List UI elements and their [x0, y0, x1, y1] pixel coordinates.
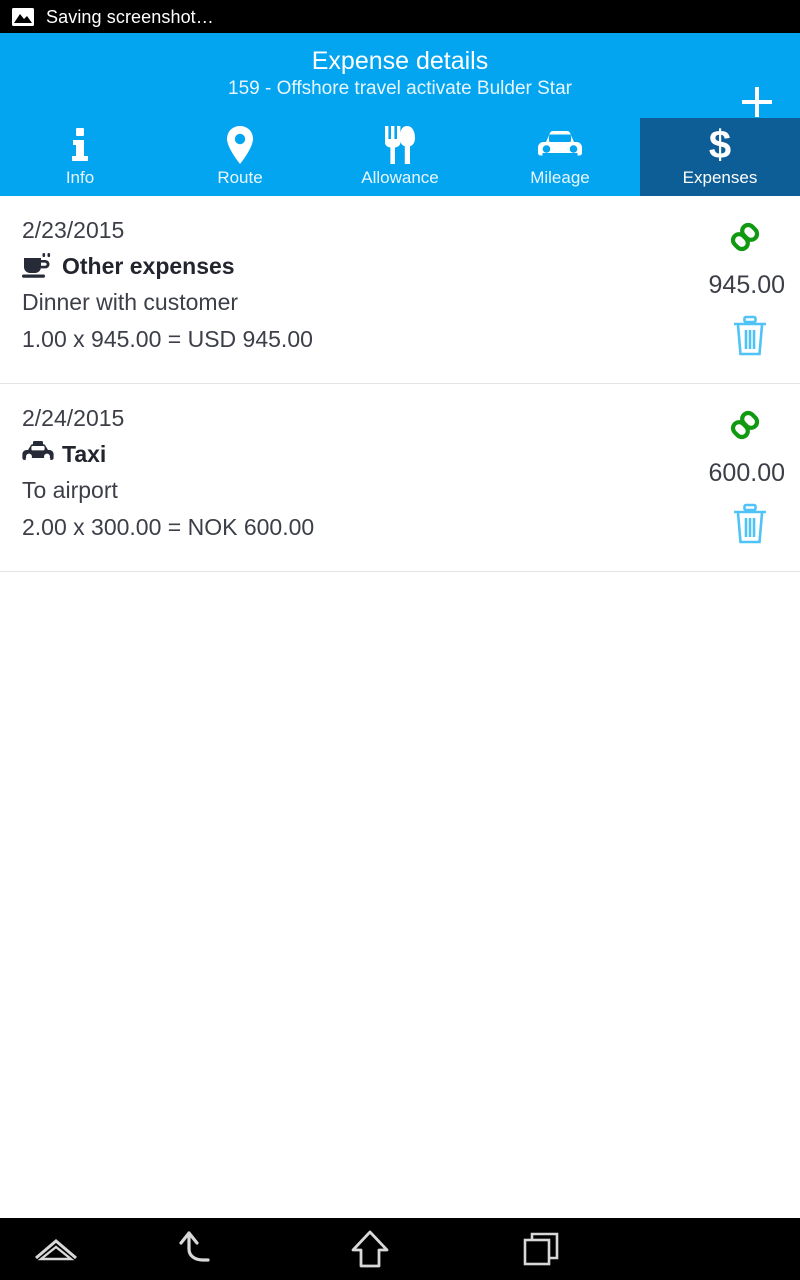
chain-link-icon[interactable] — [728, 220, 762, 254]
tab-label-info: Info — [65, 168, 95, 187]
app-screen: Saving screenshot… Expense details 159 -… — [0, 0, 800, 1280]
menu-up-icon[interactable] — [0, 1218, 112, 1280]
expense-details: 2/24/2015 Taxi To airport 2.00 x 300.00 … — [0, 400, 625, 557]
trash-icon[interactable] — [730, 314, 770, 358]
tab-route[interactable]: Route — [160, 118, 320, 196]
expense-description: To airport — [22, 477, 118, 503]
expense-amount: 945.00 — [708, 271, 785, 299]
home-icon[interactable] — [284, 1218, 456, 1280]
tab-label-expenses: Expenses — [682, 168, 758, 187]
tab-info[interactable]: Info — [0, 118, 160, 196]
expense-row[interactable]: 2/23/2015 Other expenses Dinner with cus… — [0, 196, 800, 384]
status-bar-text: Saving screenshot… — [46, 6, 214, 27]
expense-calculation: 1.00 x 945.00 = USD 945.00 — [22, 326, 313, 352]
system-nav-bar — [0, 1218, 800, 1280]
trash-icon[interactable] — [730, 502, 770, 546]
tab-label-allowance: Allowance — [361, 168, 439, 187]
expense-type: Taxi — [62, 441, 107, 467]
tab-label-mileage: Mileage — [530, 168, 590, 187]
expense-row[interactable]: 2/24/2015 Taxi To airport 2.00 x 300.00 … — [0, 384, 800, 572]
tab-mileage[interactable]: Mileage — [480, 118, 640, 196]
expense-type-row: Other expenses — [22, 249, 625, 283]
fork-knife-icon — [383, 124, 417, 166]
expense-list: 2/23/2015 Other expenses Dinner with cus… — [0, 196, 800, 1186]
tab-expenses[interactable]: $ Expenses — [640, 118, 800, 196]
expense-date: 2/24/2015 — [22, 405, 125, 431]
tab-allowance[interactable]: Allowance — [320, 118, 480, 196]
recents-icon[interactable] — [456, 1218, 628, 1280]
app-bar: Expense details 159 - Offshore travel ac… — [0, 33, 800, 196]
svg-text:$: $ — [709, 124, 731, 166]
info-icon — [67, 124, 93, 166]
chain-link-icon[interactable] — [728, 408, 762, 442]
expense-actions: 945.00 — [625, 212, 800, 369]
expense-type-row: Taxi — [22, 437, 625, 471]
tab-label-route: Route — [217, 168, 263, 187]
coffee-cup-icon — [22, 253, 52, 279]
status-bar: Saving screenshot… — [0, 0, 800, 33]
expense-date: 2/23/2015 — [22, 217, 125, 243]
app-bar-titles: Expense details 159 - Offshore travel ac… — [0, 33, 800, 102]
tab-bar: Info Route Allowance Mileage $ Expenses — [0, 118, 800, 196]
expense-calculation: 2.00 x 300.00 = NOK 600.00 — [22, 514, 315, 540]
page-subtitle: 159 - Offshore travel activate Bulder St… — [228, 78, 572, 99]
expense-amount: 600.00 — [708, 459, 785, 487]
expense-actions: 600.00 — [625, 400, 800, 557]
taxi-icon — [22, 441, 54, 467]
expense-type: Other expenses — [62, 253, 235, 279]
back-icon[interactable] — [112, 1218, 284, 1280]
page-title: Expense details — [311, 47, 489, 75]
expense-details: 2/23/2015 Other expenses Dinner with cus… — [0, 212, 625, 369]
add-expense-button[interactable] — [736, 81, 778, 123]
car-icon — [536, 124, 584, 166]
dollar-icon: $ — [707, 124, 733, 166]
empty-list-area — [0, 572, 800, 1186]
expense-description: Dinner with customer — [22, 289, 239, 315]
map-pin-icon — [226, 124, 254, 166]
image-icon — [12, 7, 34, 26]
